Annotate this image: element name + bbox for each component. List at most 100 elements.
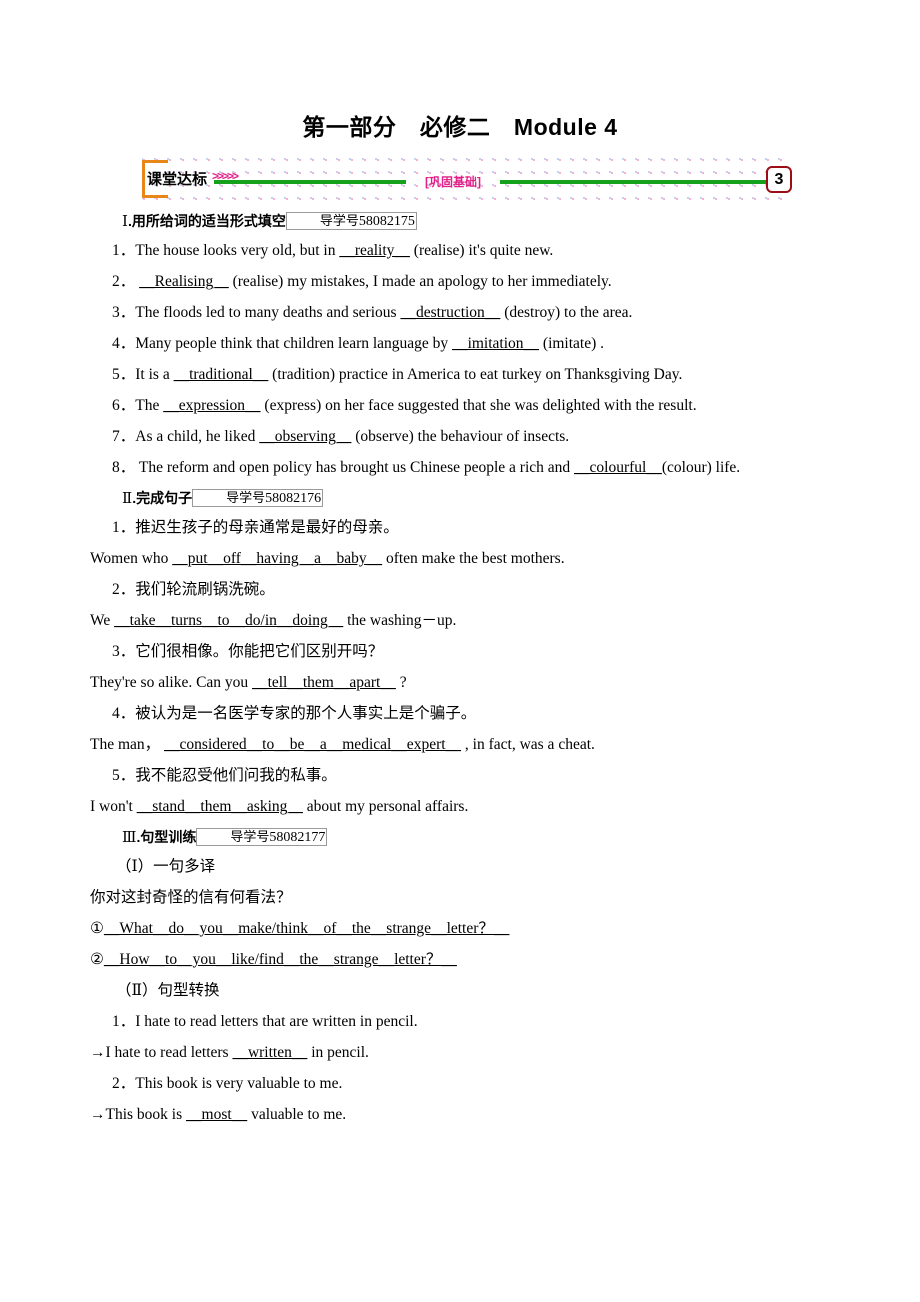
item-number: 6． [112,397,136,414]
item-number: 1． [112,1013,136,1030]
item-answer: ＿traditional＿ [173,366,269,383]
item-answer: ＿destruction＿ [400,304,501,321]
ref-label: 导学号 [230,829,270,844]
item-number: 3． [112,304,136,321]
item-number: 5． [112,366,136,383]
answer-line: The man， ＿considered＿to＿be＿a＿medical＿exp… [90,729,790,760]
section-3-ref-box: 导学号58082177 [196,828,328,846]
prompt-text: 推迟生孩子的母亲通常是最好的母亲。 [135,519,399,536]
banner-rule-left [214,180,406,184]
transform-answer: →I hate to read letters ＿written＿ in pen… [90,1037,790,1068]
item-text-post: ? [395,674,407,691]
question-item: 2． ＿Realising＿ (realise) my mistakes, I … [90,266,790,297]
ref-label: 导学号 [226,490,266,505]
item-text-pre: Many people think that children learn la… [135,335,453,352]
question-item: 1．The house looks very old, but in ＿real… [90,235,790,266]
item-number: 2． [112,581,136,598]
item-text-post: (tradition) practice in America to eat t… [268,366,683,383]
item-answer: ＿observing＿ [259,428,352,445]
item-text-post: (observe) the behaviour of insects. [351,428,570,445]
item-text-pre: We [90,612,115,629]
answer-marker: ② [90,951,104,968]
item-answer: ＿reality＿ [339,242,410,259]
item-number: 2． [112,1075,136,1092]
part-1-title: （Ⅰ）一句多译 [116,858,216,875]
item-text-pre: I hate to read letters [105,1044,233,1061]
item-text-post: (imitate) . [539,335,605,352]
item-answer: ＿What＿do＿you＿make/think＿of＿the＿strange＿l… [103,920,510,937]
item-number: 3． [112,643,136,660]
section-1-title: .用所给词的适当形式填空 [127,213,286,229]
item-answer: ＿most＿ [186,1106,248,1123]
item-answer: ＿expression＿ [163,397,261,414]
item-text-pre: The reform and open policy has brought u… [135,459,575,476]
section-2-ref-box: 导学号58082176 [192,489,324,507]
part-2-title: （Ⅱ）句型转换 [116,982,220,999]
section-2-heading: Ⅱ.完成句子 导学号58082176 [90,483,790,512]
item-number: 8． [112,459,136,476]
item-text-pre: It is a [135,366,174,383]
part-1-answer-line: ②＿How＿to＿you＿like/find＿the＿strange＿lette… [90,944,790,975]
item-answer: ＿colourful＿ [574,459,662,476]
banner-label: 课堂达标 [147,171,208,188]
question-item: 3．The floods led to many deaths and seri… [90,297,790,328]
transform-answer: →This book is ＿most＿ valuable to me. [90,1099,790,1130]
ref-number: 58082175 [358,214,415,229]
section-1-heading: Ⅰ.用所给词的适当形式填空 导学号58082175 [90,206,790,235]
answer-line: I won't ＿stand＿them＿asking＿ about my per… [90,791,790,822]
worksheet-content: Ⅰ.用所给词的适当形式填空 导学号58082175 1．The house loo… [90,206,790,1130]
transform-prompt: 1．I hate to read letters that are writte… [90,1006,790,1037]
item-text-post: (realise) my mistakes, I made an apology… [228,273,612,290]
ref-number: 58082177 [269,830,326,845]
part-1-answer-line: ①＿What＿do＿you＿make/think＿of＿the＿strange＿… [90,913,790,944]
section-2-title: .完成句子 [132,490,193,506]
item-text-post: , in fact, was a cheat. [461,736,595,753]
item-answer: ＿tell＿them＿apart＿ [252,674,396,691]
item-text-post: (realise) it's quite new. [409,242,554,259]
arrow-icon: → [90,1044,106,1061]
question-item: 4．Many people think that children learn … [90,328,790,359]
item-text-post: the washing－up. [343,612,457,629]
item-answer: ＿How＿to＿you＿like/find＿the＿strange＿letter… [103,951,457,968]
answer-line: Women who ＿put＿off＿having＿a＿baby＿ often … [90,543,790,574]
prompt-text: 它们很相像。你能把它们区别开吗？ [135,643,384,660]
prompt-chinese: 4．被认为是一名医学专家的那个人事实上是个骗子。 [90,698,790,729]
answer-marker: ① [90,920,104,937]
prompt-text: 我们轮流刷锅洗碗。 [135,581,275,598]
item-text-pre: I won't [90,798,137,815]
section-3-number: Ⅲ [122,830,137,846]
item-number: 5． [112,767,136,784]
section-1-ref-box: 导学号58082175 [285,212,417,230]
item-answer: ＿take＿turns＿to＿do/in＿doing＿ [114,612,344,629]
page-title: 第一部分 必修二 Module 4 [302,114,618,140]
ref-label: 导学号 [319,213,359,228]
item-number: 4． [112,335,136,352]
item-answer: ＿Realising＿ [139,273,229,290]
item-text-post: often make the best mothers. [382,550,565,567]
item-text-pre: Women who [90,550,173,567]
section-banner: 课堂达标 >>>>> [巩固基础] 3 [142,158,792,202]
item-answer: ＿put＿off＿having＿a＿baby＿ [172,550,383,567]
question-item: 7．As a child, he liked ＿observing＿ (obse… [90,421,790,452]
item-answer: ＿imitation＿ [452,335,540,352]
prompt-chinese: 5．我不能忍受他们问我的私事。 [90,760,790,791]
answer-line: They're so alike. Can you ＿tell＿them＿apa… [90,667,790,698]
item-number: 7． [112,428,136,445]
banner-rule-right [500,180,766,184]
prompt-text: 我不能忍受他们问我的私事。 [135,767,337,784]
arrow-icon: → [90,1106,106,1123]
item-text-post: about my personal affairs. [302,798,469,815]
prompt-chinese: 1．推迟生孩子的母亲通常是最好的母亲。 [90,512,790,543]
item-text-pre: As a child, he liked [135,428,260,445]
prompt-text: This book is very valuable to me. [135,1075,343,1092]
ref-number: 58082176 [265,491,322,506]
part-1-prompt: 你对这封奇怪的信有何看法？ [90,889,292,906]
worksheet-page: 第一部分 必修二 Module 4 课堂达标 >>>>> [巩固基础] 3 Ⅰ.… [0,0,920,1302]
item-number: 4． [112,705,136,722]
section-2-number: Ⅱ [122,491,133,507]
section-3-heading: Ⅲ.句型训练 导学号58082177 [90,822,790,851]
question-item: 8． The reform and open policy has brough… [90,452,790,483]
item-number: 1． [112,519,136,536]
question-item: 5．It is a ＿traditional＿ (tradition) prac… [90,359,790,390]
item-text-pre: The floods led to many deaths and seriou… [135,304,401,321]
